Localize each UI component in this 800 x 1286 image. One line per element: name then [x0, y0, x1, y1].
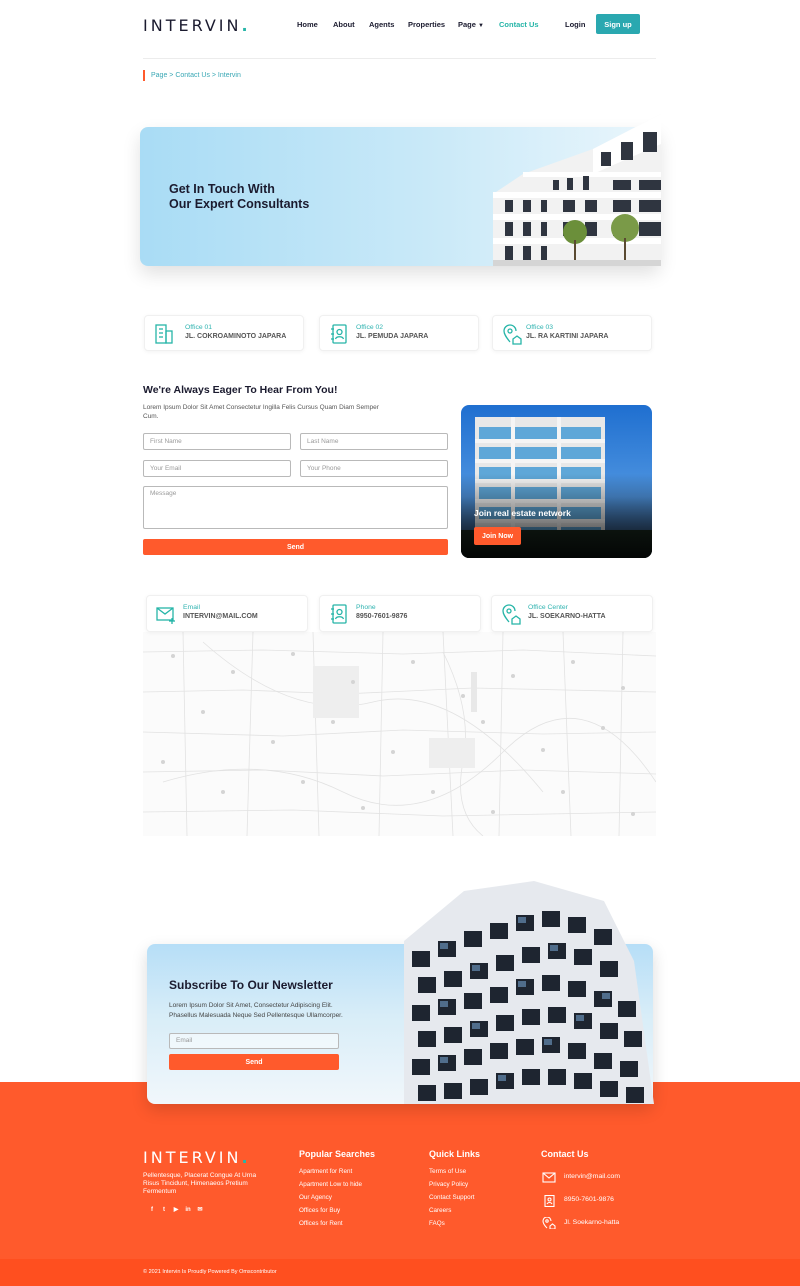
nav-contact-us[interactable]: Contact Us: [499, 20, 539, 29]
contact-us-title: Contact Us: [541, 1149, 589, 1159]
last-name-field[interactable]: Last Name: [300, 433, 448, 450]
nav-about[interactable]: About: [333, 20, 355, 29]
newsletter-banner: Subscribe To Our Newsletter Lorem Ipsum …: [147, 881, 654, 1104]
contact-label: Office Center: [528, 604, 568, 611]
join-now-button[interactable]: Join Now: [474, 527, 521, 545]
nav-properties[interactable]: Properties: [408, 20, 445, 29]
first-name-field[interactable]: First Name: [143, 433, 291, 450]
twitter-icon[interactable]: t: [158, 1206, 170, 1214]
promo-text: Join real estate network: [474, 508, 571, 518]
footer-link[interactable]: FAQs: [429, 1220, 445, 1227]
contact-card-office: Office Center JL. SOEKARNO-HATTA: [491, 595, 653, 632]
office-card-3: Office 03 JL. RA KARTINI JAPARA: [492, 315, 652, 351]
location-home-icon: [542, 1217, 556, 1229]
footer-link[interactable]: Terms of Use: [429, 1168, 466, 1175]
nav-page[interactable]: Page ▼: [458, 20, 484, 29]
mail-icon: [156, 607, 175, 624]
contact-card-phone: Phone 8950-7601-9876: [319, 595, 481, 632]
modern-building-image: [404, 881, 654, 1104]
breadcrumb: Page > Contact Us > Intervin: [143, 70, 241, 81]
contact-book-icon: [544, 1195, 555, 1207]
footer-link[interactable]: Offices for Rent: [299, 1220, 343, 1227]
footer: [0, 1082, 800, 1259]
footer-about: Pellentesque, Placerat Congue At Urna Ri…: [143, 1172, 257, 1195]
form-description: Lorem Ipsum Dolor Sit Amet Consectetur I…: [143, 404, 379, 420]
mail-icon[interactable]: ✉: [194, 1206, 206, 1214]
caret-down-icon: ▼: [478, 23, 484, 29]
office-card-1: Office 01 JL. COKROAMINOTO JAPARA: [144, 315, 304, 351]
contact-card-email: Email INTERVIN@MAIL.COM: [146, 595, 308, 632]
newsletter-description: Lorem Ipsum Dolor Sit Amet, Consectetur …: [169, 1002, 343, 1019]
office-label: Office 03: [526, 324, 554, 331]
newsletter-send-button[interactable]: Send: [169, 1054, 339, 1070]
email-field[interactable]: Your Email: [143, 460, 291, 477]
contact-value: JL. SOEKARNO-HATTA: [528, 613, 606, 620]
location-home-icon: [502, 604, 521, 625]
message-field[interactable]: Message: [143, 486, 448, 529]
apartment-building-image: [493, 114, 661, 266]
footer-link[interactable]: Apartment Low to hide: [299, 1181, 362, 1188]
nav-home[interactable]: Home: [297, 20, 318, 29]
office-address: JL. RA KARTINI JAPARA: [526, 333, 609, 340]
building-icon: [155, 324, 173, 344]
social-links: f t ▶ in ✉: [146, 1206, 206, 1214]
contact-label: Email: [183, 604, 200, 611]
contact-value: 8950-7601-9876: [356, 613, 408, 620]
quick-links-title: Quick Links: [429, 1149, 481, 1159]
footer-link[interactable]: Contact Support: [429, 1194, 475, 1201]
newsletter-title: Subscribe To Our Newsletter: [169, 978, 333, 992]
brand-logo[interactable]: INTERVIN.: [143, 16, 251, 35]
login-link[interactable]: Login: [565, 20, 585, 29]
popular-searches-title: Popular Searches: [299, 1149, 376, 1159]
form-send-button[interactable]: Send: [143, 539, 448, 555]
office-address: JL. COKROAMINOTO JAPARA: [185, 333, 287, 340]
footer-bottom-bar: [0, 1259, 800, 1286]
form-title: We're Always Eager To Hear From You!: [143, 384, 338, 396]
footer-contact-email[interactable]: intervin@mail.com: [564, 1173, 620, 1180]
location-home-icon: [503, 324, 522, 345]
footer-logo[interactable]: INTERVIN.: [143, 1148, 251, 1167]
footer-link[interactable]: Privacy Policy: [429, 1181, 468, 1188]
footer-link[interactable]: Offices for Buy: [299, 1207, 340, 1214]
nav-agents[interactable]: Agents: [369, 20, 394, 29]
contact-book-icon: [331, 324, 347, 344]
hero-title: Get In Touch With Our Expert Consultants: [169, 182, 310, 211]
signup-button[interactable]: Sign up: [596, 14, 640, 34]
facebook-icon[interactable]: f: [146, 1206, 158, 1214]
contact-label: Phone: [356, 604, 376, 611]
newsletter-email-field[interactable]: Email: [169, 1033, 339, 1049]
mail-icon: [542, 1172, 556, 1183]
office-label: Office 02: [356, 324, 384, 331]
footer-contact-phone: 8950-7601-9876: [564, 1196, 614, 1203]
map[interactable]: [143, 632, 656, 836]
footer-link[interactable]: Our Agency: [299, 1194, 332, 1201]
office-card-2: Office 02 JL. PEMUDA JAPARA: [319, 315, 479, 351]
phone-field[interactable]: Your Phone: [300, 460, 448, 477]
footer-link[interactable]: Careers: [429, 1207, 451, 1214]
linkedin-icon[interactable]: in: [182, 1206, 194, 1214]
footer-link[interactable]: Apartment for Rent: [299, 1168, 352, 1175]
copyright: © 2021 Intervin Is Proudly Powered By Om…: [143, 1269, 277, 1275]
header-divider: [143, 58, 656, 59]
office-address: JL. PEMUDA JAPARA: [356, 333, 429, 340]
hero-banner: Get In Touch With Our Expert Consultants: [140, 114, 661, 266]
contact-value: INTERVIN@MAIL.COM: [183, 613, 258, 620]
contact-book-icon: [331, 604, 347, 624]
office-label: Office 01: [185, 324, 213, 331]
youtube-icon[interactable]: ▶: [170, 1206, 182, 1214]
footer-contact-address: Jl. Soekarno-hatta: [564, 1219, 620, 1226]
